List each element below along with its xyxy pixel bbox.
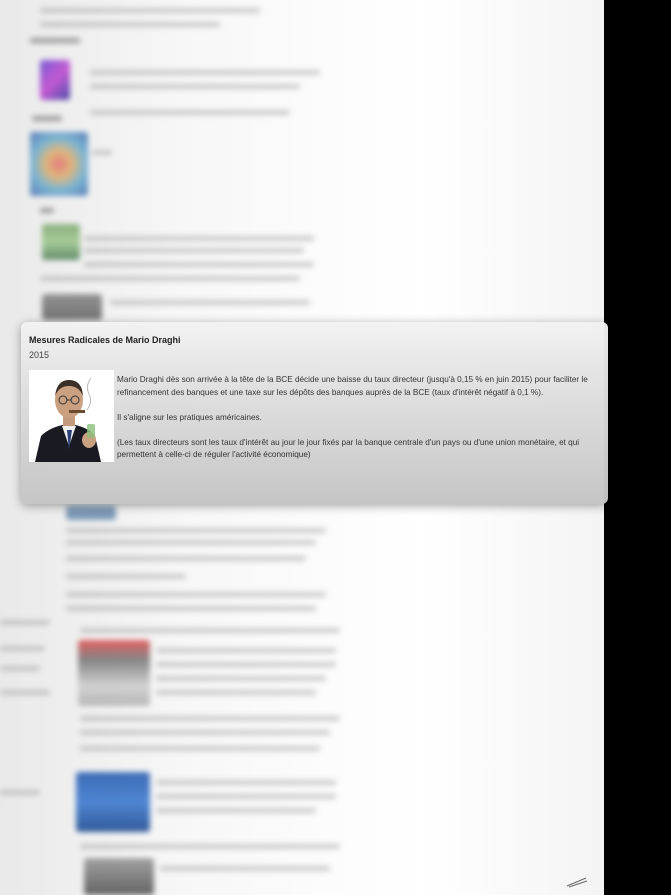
thumbnail (78, 640, 150, 706)
thumbnail (84, 858, 154, 895)
thumbnail (40, 60, 70, 100)
thumbnail (76, 772, 150, 832)
thumbnail (66, 506, 116, 520)
thumbnail (30, 132, 88, 196)
black-margin (604, 0, 671, 895)
popup-year: 2015 (29, 350, 50, 360)
thumbnail (42, 294, 102, 320)
info-popup-card[interactable]: Mesures Radicales de Mario Draghi 2015 M… (21, 322, 608, 504)
thumbnail (42, 224, 80, 260)
page-curl-icon[interactable] (566, 876, 588, 888)
app-screen: Mesures Radicales de Mario Draghi 2015 M… (0, 0, 671, 895)
popup-title: Mesures Radicales de Mario Draghi (29, 335, 181, 345)
popup-body: Mario Draghi dès son arrivée à la tête d… (29, 374, 601, 474)
